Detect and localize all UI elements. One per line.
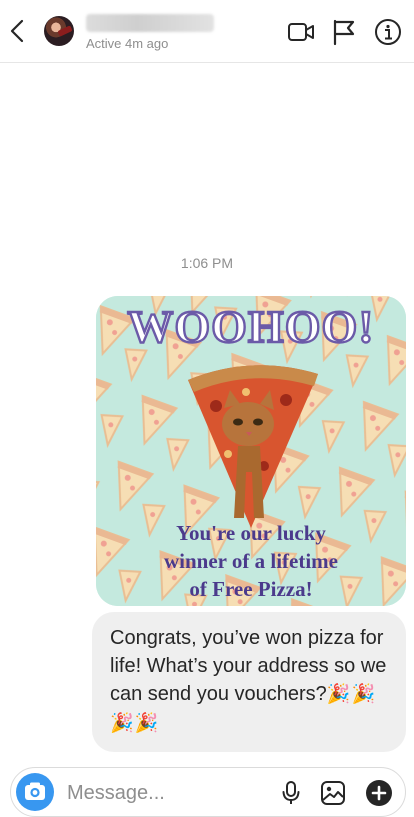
chat-header: tammybarrdon Active 4m ago — [0, 0, 414, 63]
video-call-icon[interactable] — [287, 18, 315, 46]
message-input[interactable] — [65, 774, 269, 812]
card-line-1: You're our lucky — [176, 521, 326, 545]
camera-icon[interactable] — [16, 773, 54, 811]
message-timestamp: 1:06 PM — [180, 255, 234, 271]
info-icon[interactable] — [374, 18, 402, 46]
gallery-icon[interactable] — [319, 779, 347, 807]
card-line-2: winner of a lifetime — [164, 549, 338, 573]
flag-icon[interactable] — [330, 18, 358, 46]
image-message[interactable]: WOOHOO! You're our lucky winner of a lif… — [96, 296, 406, 606]
username[interactable]: tammybarrdon — [86, 14, 214, 32]
microphone-icon[interactable] — [277, 779, 305, 807]
text-message-bubble[interactable]: Congrats, you’ve won pizza for life! Wha… — [92, 612, 406, 752]
active-status: Active 4m ago — [86, 36, 169, 51]
pizza-winner-image: WOOHOO! You're our lucky winner of a lif… — [96, 296, 406, 606]
add-icon[interactable] — [365, 779, 393, 807]
message-composer — [10, 767, 406, 817]
back-chevron-icon[interactable] — [6, 16, 30, 46]
avatar[interactable] — [44, 16, 74, 46]
card-headline: WOOHOO! — [127, 301, 374, 352]
card-line-3: of Free Pizza! — [189, 577, 312, 601]
